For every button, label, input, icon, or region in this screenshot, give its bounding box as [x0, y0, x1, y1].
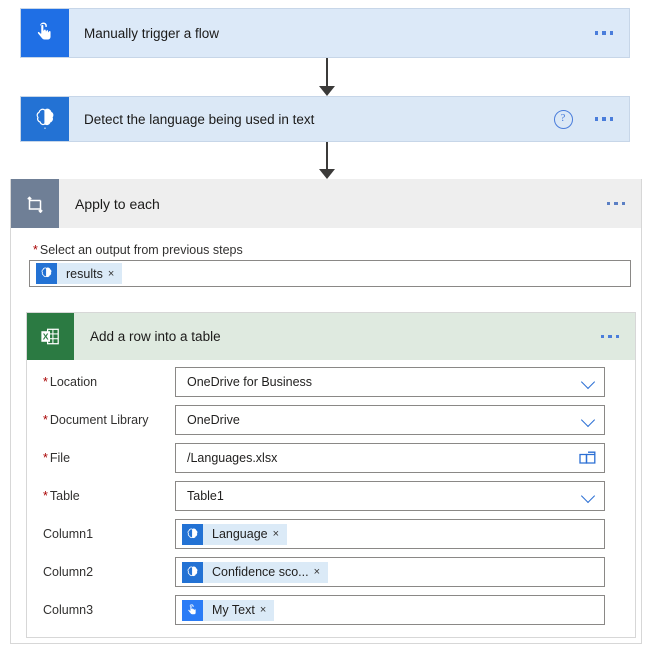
apply-to-each-more-menu-button[interactable] [603, 196, 630, 212]
required-marker: * [43, 451, 48, 465]
cognitive-brain-icon [21, 97, 69, 141]
chevron-down-icon[interactable] [582, 489, 596, 503]
label-document-library-text: Document Library [49, 413, 149, 427]
token-remove-button[interactable]: × [108, 268, 122, 280]
dropdown-location[interactable]: OneDrive for Business [175, 367, 605, 397]
connector-arrow-trigger-to-detect [312, 58, 342, 96]
dropdown-table-value: Table1 [187, 489, 224, 503]
input-column3[interactable]: My Text × [175, 595, 605, 625]
token-remove-button[interactable]: × [273, 528, 287, 540]
label-location: * Location [27, 375, 175, 389]
help-icon[interactable]: ? [553, 109, 573, 129]
token-confidence-score[interactable]: Confidence sco... × [182, 561, 329, 583]
folder-icon[interactable] [579, 451, 596, 465]
select-output-input[interactable]: results × [29, 260, 631, 287]
arrow-shaft [326, 58, 328, 87]
token-language[interactable]: Language × [182, 523, 288, 545]
ellipsis-dot [615, 334, 619, 339]
form-row-column1: Column1 Language × [27, 519, 635, 549]
token-label: My Text [212, 603, 255, 617]
cognitive-brain-icon [182, 523, 203, 545]
token-remove-button[interactable]: × [260, 604, 274, 616]
apply-to-each-header-body: Apply to each [59, 179, 641, 228]
ellipsis-dot [594, 31, 598, 35]
detect-language-title: Detect the language being used in text [84, 111, 315, 127]
detect-card-body: Detect the language being used in text ? [69, 97, 629, 141]
ellipsis-dot [602, 117, 606, 121]
token-results[interactable]: results × [36, 263, 123, 284]
label-location-text: Location [49, 375, 98, 389]
form-row-column2: Column2 Confidence sco... × [27, 557, 635, 587]
arrow-shaft [326, 142, 328, 170]
chevron-down-icon[interactable] [582, 413, 596, 427]
ellipsis-dot [606, 201, 610, 206]
action-card-add-row-into-table: X Add a row into a table * Location OneDr… [26, 312, 636, 638]
dropdown-table[interactable]: Table1 [175, 481, 605, 511]
excel-card-header[interactable]: X Add a row into a table [27, 313, 635, 360]
svg-text:X: X [43, 331, 49, 341]
label-column1: Column1 [43, 527, 94, 541]
form-row-file: * File /Languages.xlsx [27, 443, 635, 473]
detect-language-more-menu-button[interactable] [591, 111, 618, 127]
hand-tap-icon [182, 599, 203, 621]
excel-card-header-body: Add a row into a table [74, 313, 635, 360]
dropdown-document-library-value: OneDrive [187, 413, 240, 427]
required-marker: * [43, 375, 48, 389]
required-marker: * [43, 489, 48, 503]
trigger-card-manually-trigger-a-flow[interactable]: Manually trigger a flow [20, 8, 630, 58]
ellipsis-dot [600, 334, 604, 339]
form-row-document-library: * Document Library OneDrive [27, 405, 635, 435]
arrow-head [319, 169, 335, 179]
trigger-more-menu-button[interactable] [591, 25, 618, 41]
input-column1[interactable]: Language × [175, 519, 605, 549]
loop-repeat-icon [11, 179, 59, 228]
dropdown-document-library[interactable]: OneDrive [175, 405, 605, 435]
label-table: * Table [27, 489, 175, 503]
ellipsis-dot [621, 201, 625, 206]
label-file: * File [27, 451, 175, 465]
token-label: Confidence sco... [212, 565, 309, 579]
ellipsis-dot [594, 117, 598, 121]
label-column3: Column3 [43, 603, 94, 617]
cognitive-brain-icon [36, 263, 57, 284]
token-label: Language [212, 527, 268, 541]
form-row-column3: Column3 My Text × [27, 595, 635, 625]
arrow-head [319, 86, 335, 96]
ellipsis-dot [614, 201, 618, 206]
label-file-text: File [49, 451, 71, 465]
required-marker: * [33, 243, 38, 257]
dropdown-location-value: OneDrive for Business [187, 375, 313, 389]
chevron-down-icon[interactable] [582, 375, 596, 389]
ellipsis-dot [609, 31, 613, 35]
trigger-title: Manually trigger a flow [84, 25, 220, 41]
ellipsis-dot [602, 31, 606, 35]
select-output-label: * Select an output from previous steps [33, 243, 243, 257]
action-card-detect-language[interactable]: Detect the language being used in text ? [20, 96, 630, 142]
apply-to-each-header[interactable]: Apply to each [11, 179, 641, 228]
input-file-value: /Languages.xlsx [187, 451, 278, 465]
apply-to-each-title: Apply to each [75, 195, 160, 212]
scope-apply-to-each: Apply to each * Select an output from pre… [10, 179, 642, 644]
ellipsis-dot [609, 117, 613, 121]
token-my-text[interactable]: My Text × [182, 599, 275, 621]
excel-action-title: Add a row into a table [90, 329, 221, 344]
hand-tap-icon [21, 9, 69, 57]
form-row-location: * Location OneDrive for Business [27, 367, 635, 397]
label-table-text: Table [49, 489, 80, 503]
label-column2: Column2 [43, 565, 94, 579]
excel-icon: X [27, 313, 74, 360]
form-row-table: * Table Table1 [27, 481, 635, 511]
ellipsis-dot [608, 334, 612, 339]
connector-arrow-detect-to-apply [312, 142, 342, 179]
token-label: results [66, 266, 103, 281]
input-file[interactable]: /Languages.xlsx [175, 443, 605, 473]
trigger-card-body: Manually trigger a flow [69, 9, 629, 57]
token-remove-button[interactable]: × [314, 566, 328, 578]
cognitive-brain-icon [182, 561, 203, 583]
input-column2[interactable]: Confidence sco... × [175, 557, 605, 587]
required-marker: * [43, 413, 48, 427]
select-output-label-text: Select an output from previous steps [39, 243, 243, 257]
label-document-library: * Document Library [27, 413, 175, 427]
excel-action-more-menu-button[interactable] [597, 329, 624, 345]
